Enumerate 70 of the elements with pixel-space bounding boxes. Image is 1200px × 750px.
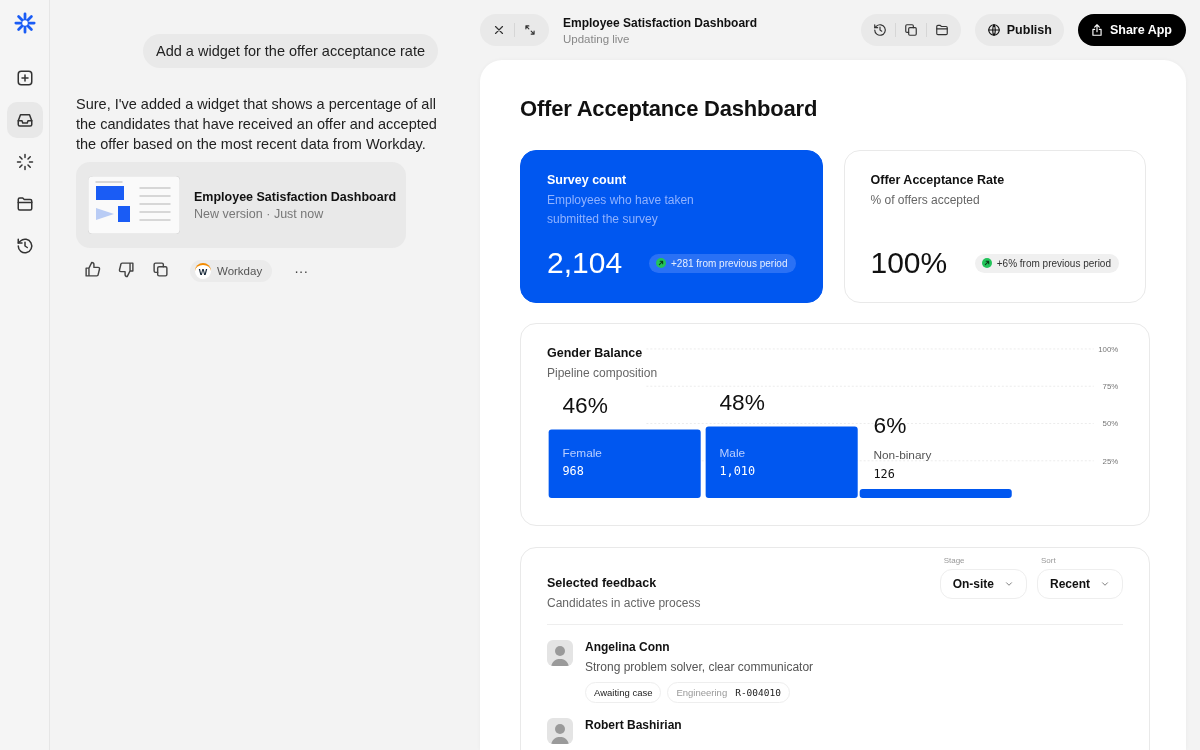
copy-icon (903, 23, 918, 37)
folder-icon (934, 23, 949, 37)
filter-label: Sort (1040, 556, 1057, 565)
chevron-down-icon (1004, 579, 1014, 589)
department-label: Engineering (676, 687, 728, 698)
chart-subtitle: Pipeline composition (547, 366, 658, 380)
card-title: Survey count (547, 173, 628, 187)
section-title: Selected feedback (547, 576, 658, 590)
expand-icon (523, 23, 537, 37)
share-icon (1089, 23, 1104, 37)
section-subtitle: Candidates in active process (547, 596, 702, 610)
sparkle-icon (15, 153, 34, 171)
share-button[interactable]: Share App (1077, 14, 1186, 46)
document-title: Employee Satisfaction Dashboard (563, 15, 759, 30)
more-button[interactable]: ··· (294, 263, 309, 279)
bar-label: Female (562, 445, 602, 460)
stat-value: 100% (870, 246, 948, 280)
card-subtitle: % of offers accepted (870, 192, 981, 209)
artifact-title: Employee Satisfaction Dashboard (194, 189, 397, 204)
card-subtitle: Employees who have taken submitted the survey (547, 192, 695, 228)
bar-label: Non-binary (873, 448, 932, 463)
chart-title: Gender Balance (547, 346, 644, 360)
assistant-message: Sure, I've added a widget that shows a percentage of all the candidates that have received an offer and accepted the offer based on the most recent data from Workday. (76, 95, 438, 154)
artifact-subtitle: New version · Just now (194, 206, 325, 221)
bar-value-label: 48% (719, 388, 765, 415)
candidate-note: Strong problem solver, clear communicator (585, 660, 814, 674)
avatar (547, 640, 573, 666)
change-badge: +6% from previous period (974, 253, 1119, 273)
sidebar-button[interactable] (6, 102, 43, 138)
chevron-down-icon (1100, 579, 1110, 589)
axis-label: 100% (1098, 344, 1119, 354)
document-status: Updating live (563, 32, 631, 45)
folder-icon (15, 195, 34, 213)
bar-count: 968 (562, 464, 584, 479)
card-title: Offer Acceptance Rate (870, 173, 1006, 187)
copy-icon (151, 261, 169, 278)
close-icon (492, 23, 506, 37)
artifact-card[interactable]: Employee Satisfaction Dashboard New version · Just now (76, 162, 406, 248)
bar-count: 1,010 (719, 464, 756, 479)
logo-icon (13, 12, 36, 34)
axis-label: 75% (1102, 382, 1119, 392)
source-chip[interactable]: W Workday (190, 260, 273, 282)
history-icon (872, 23, 887, 37)
user-message: Add a widget for the offer acceptance rate (143, 34, 438, 68)
publish-button[interactable]: Publish (974, 14, 1064, 46)
history-icon (15, 237, 34, 255)
requisition-code: R-004010 (735, 687, 781, 698)
bar-value-label: 46% (562, 391, 608, 418)
trend-up-icon (656, 258, 667, 268)
bar-count: 126 (873, 467, 895, 482)
inbox-icon (15, 111, 34, 129)
candidate-name: Robert Bashirian (585, 718, 682, 732)
globe-icon (986, 23, 1001, 37)
workday-logo: W (195, 263, 211, 279)
filter-label: Stage (942, 556, 966, 565)
thumbs-down-icon (117, 261, 135, 278)
dropdown[interactable]: Recent (1037, 569, 1123, 599)
avatar (547, 718, 573, 744)
bar-label: Male (719, 445, 746, 460)
dropdown[interactable]: On-site (939, 569, 1027, 599)
plus-icon (15, 69, 34, 87)
thumbs-up-icon (83, 261, 101, 278)
axis-label: 25% (1102, 456, 1119, 466)
axis-label: 50% (1102, 419, 1119, 429)
trend-up-icon (981, 258, 992, 268)
dashboard-title: Offer Acceptance Dashboard (520, 96, 819, 122)
bar-value-label: 6% (873, 411, 907, 438)
change-badge: +281 from previous period (649, 253, 796, 273)
candidate-name: Angelina Conn (585, 640, 671, 654)
stat-value: 2,104 (547, 246, 623, 280)
